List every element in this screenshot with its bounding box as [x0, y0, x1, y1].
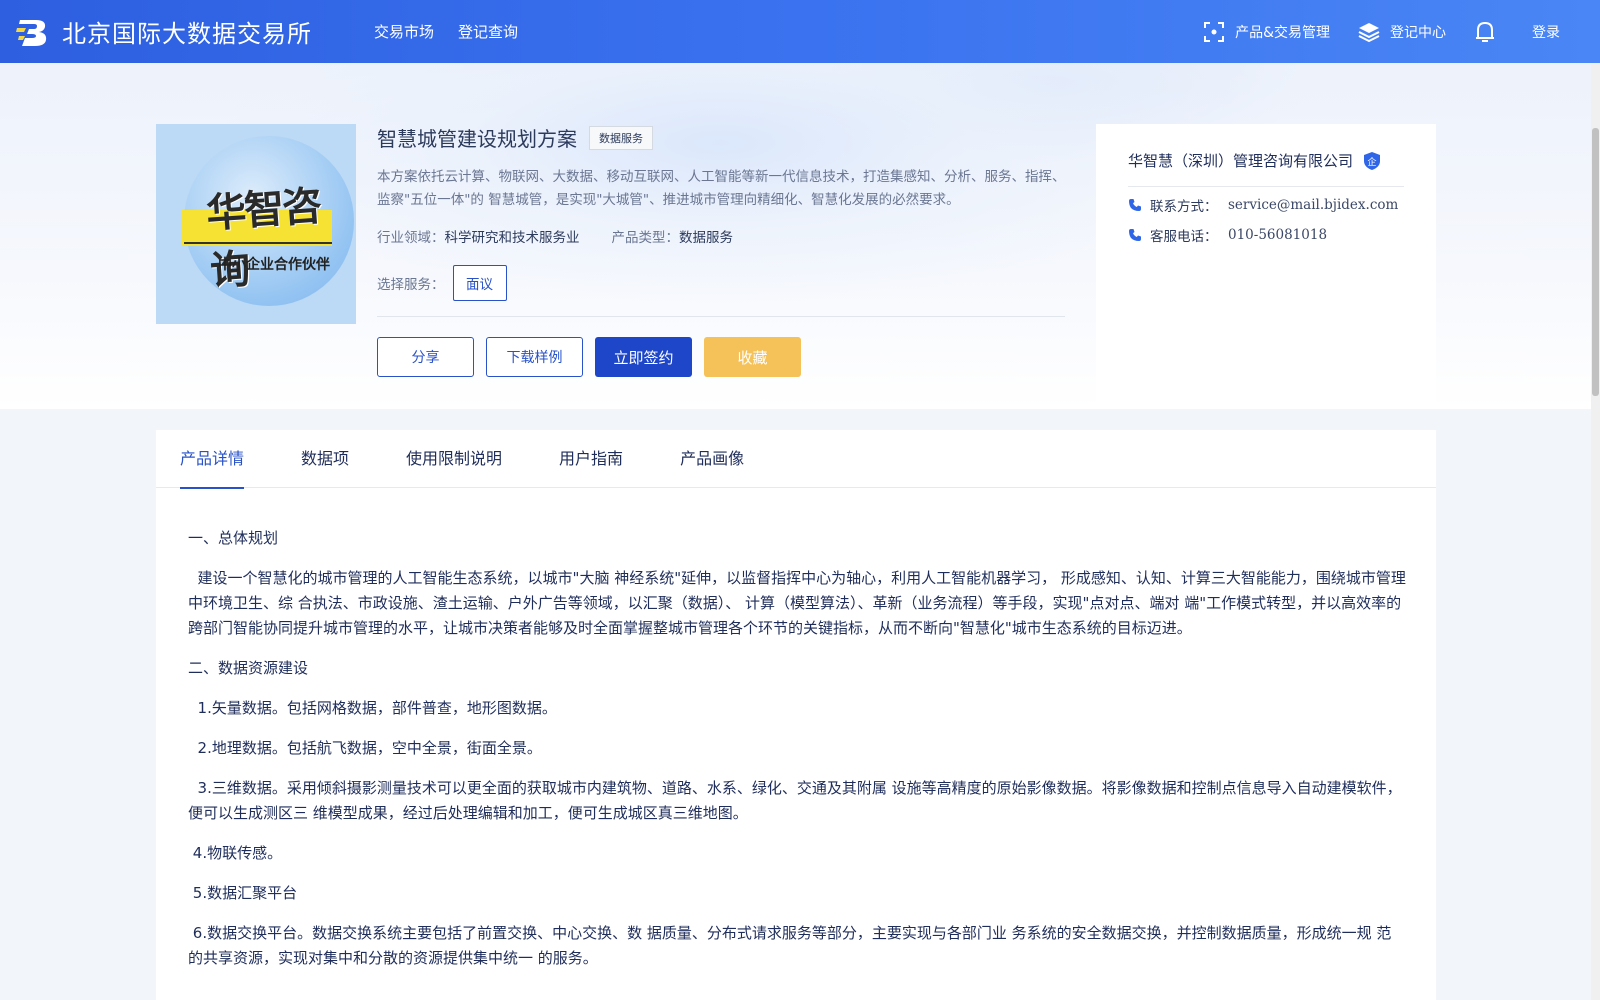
product-type-label: 产品类型：: [611, 230, 680, 246]
product-trade-management-label: 产品&交易管理: [1235, 24, 1330, 41]
content-paragraph: 建设一个智慧化的城市管理的人工智能生态系统，以城市"大脑 神经系统"延伸，以监督…: [188, 569, 1406, 637]
header-actions: 产品&交易管理 登记中心 登录: [1203, 0, 1600, 63]
page-scrollbar[interactable]: [1591, 63, 1600, 1000]
content-paragraph: 2.地理数据。包括航飞数据，空中全景，街面全景。: [188, 739, 542, 757]
product-detail-panel: 产品详情 数据项 使用限制说明 用户指南 产品画像 一、总体规划 建设一个智慧化…: [156, 430, 1436, 1000]
login-link[interactable]: 登录: [1532, 22, 1560, 42]
service-label: 选择服务：: [377, 277, 445, 293]
tab-product-details[interactable]: 产品详情: [180, 430, 245, 489]
company-name[interactable]: 华智慧（深圳）管理咨询有限公司: [1128, 150, 1353, 171]
product-detail-content: 一、总体规划 建设一个智慧化的城市管理的人工智能生态系统，以城市"大脑 神经系统…: [188, 526, 1406, 986]
content-paragraph: 3.三维数据。采用倾斜摄影测量技术可以更全面的获取城市内建筑物、道路、水系、绿化…: [188, 779, 1402, 822]
product-image-main-text: 华智咨询: [204, 183, 322, 296]
product-image-sub-text: 中小企业合作伙伴: [218, 257, 330, 273]
layers-icon: [1358, 22, 1380, 42]
contact-label: 联系方式：: [1150, 199, 1218, 215]
site-logo[interactable]: 北京国际大数据交易所: [16, 14, 312, 50]
tab-user-guide[interactable]: 用户指南: [559, 430, 623, 488]
meta-gap: [580, 226, 612, 246]
content-paragraph: 6.数据交换平台。数据交换系统主要包括了前置交换、中心交换、数 据质量、分布式请…: [188, 924, 1392, 967]
tab-usage-restrictions[interactable]: 使用限制说明: [406, 430, 502, 488]
top-navigation-bar: 北京国际大数据交易所 交易市场 登记查询 产品&交易管理 登记中心 登录: [0, 0, 1600, 63]
content-paragraph: 二、数据资源建设: [188, 659, 309, 677]
service-selector: 选择服务： 面议: [377, 265, 507, 301]
favorite-button[interactable]: 收藏: [704, 337, 801, 377]
phone-label: 客服电话：: [1150, 229, 1218, 245]
content-paragraph: 1.矢量数据。包括网格数据，部件普查，地形图数据。: [188, 699, 557, 717]
company-card: 华智慧（深圳）管理咨询有限公司 企 联系方式： service@mail.bji…: [1096, 124, 1436, 409]
nav-trading-market[interactable]: 交易市场: [374, 21, 434, 42]
register-center-label: 登记中心: [1390, 24, 1446, 41]
product-title: 智慧城管建设规划方案: [377, 127, 577, 151]
product-actions: 分享 下载样例 立即签约 收藏: [377, 337, 801, 377]
phone-icon: [1129, 229, 1141, 241]
tab-product-profile[interactable]: 产品画像: [680, 430, 744, 488]
hero-divider: [377, 316, 1065, 317]
main-nav: 交易市场 登记查询: [374, 21, 518, 42]
site-title: 北京国际大数据交易所: [62, 20, 312, 48]
nav-registration-query[interactable]: 登记查询: [458, 21, 518, 42]
company-name-row: 华智慧（深圳）管理咨询有限公司 企: [1128, 150, 1381, 171]
scrollbar-thumb[interactable]: [1592, 128, 1599, 396]
sign-now-button[interactable]: 立即签约: [595, 337, 692, 377]
phone-icon: [1129, 199, 1141, 211]
download-sample-button[interactable]: 下载样例: [486, 337, 583, 377]
notification-button[interactable]: [1474, 20, 1496, 44]
industry-label: 行业领域：: [377, 230, 445, 246]
content-paragraph: 5.数据汇聚平台: [188, 884, 298, 902]
contact-email[interactable]: service@mail.bjidex.com: [1228, 197, 1398, 213]
company-contact: 联系方式： service@mail.bjidex.com: [1128, 195, 1398, 215]
scan-icon: [1204, 21, 1225, 42]
product-type-tag: 数据服务: [589, 125, 653, 150]
phone-number: 010-56081018: [1228, 227, 1328, 243]
product-description: 本方案依托云计算、物联网、大数据、移动互联网、人工智能等新一代信息技术，打造集感…: [377, 169, 1066, 208]
product-type-value: 数据服务: [679, 230, 733, 246]
bjidex-logo-icon: [16, 19, 47, 46]
tab-data-items[interactable]: 数据项: [301, 430, 349, 488]
industry-value: 科学研究和技术服务业: [444, 230, 580, 246]
service-option-negotiable[interactable]: 面议: [452, 265, 507, 301]
enterprise-verified-icon: 企: [1364, 151, 1381, 170]
content-paragraph: 4.物联传感。: [188, 844, 283, 862]
detail-tabs: 产品详情 数据项 使用限制说明 用户指南 产品画像: [156, 430, 1436, 489]
register-center-link[interactable]: 登记中心: [1358, 21, 1446, 43]
product-image: 华智咨询 中小企业合作伙伴: [156, 124, 356, 324]
product-title-row: 智慧城管建设规划方案 数据服务: [377, 123, 653, 152]
svg-text:企: 企: [1368, 156, 1377, 168]
content-paragraph: 一、总体规划: [188, 529, 279, 547]
share-button[interactable]: 分享: [377, 337, 474, 377]
product-meta: 行业领域： 科学研究和技术服务业 产品类型： 数据服务: [377, 226, 733, 246]
company-phone: 客服电话： 010-56081018: [1128, 225, 1327, 245]
company-divider: [1128, 186, 1404, 187]
product-trade-management-link[interactable]: 产品&交易管理: [1203, 21, 1330, 43]
bell-icon: [1476, 21, 1494, 42]
